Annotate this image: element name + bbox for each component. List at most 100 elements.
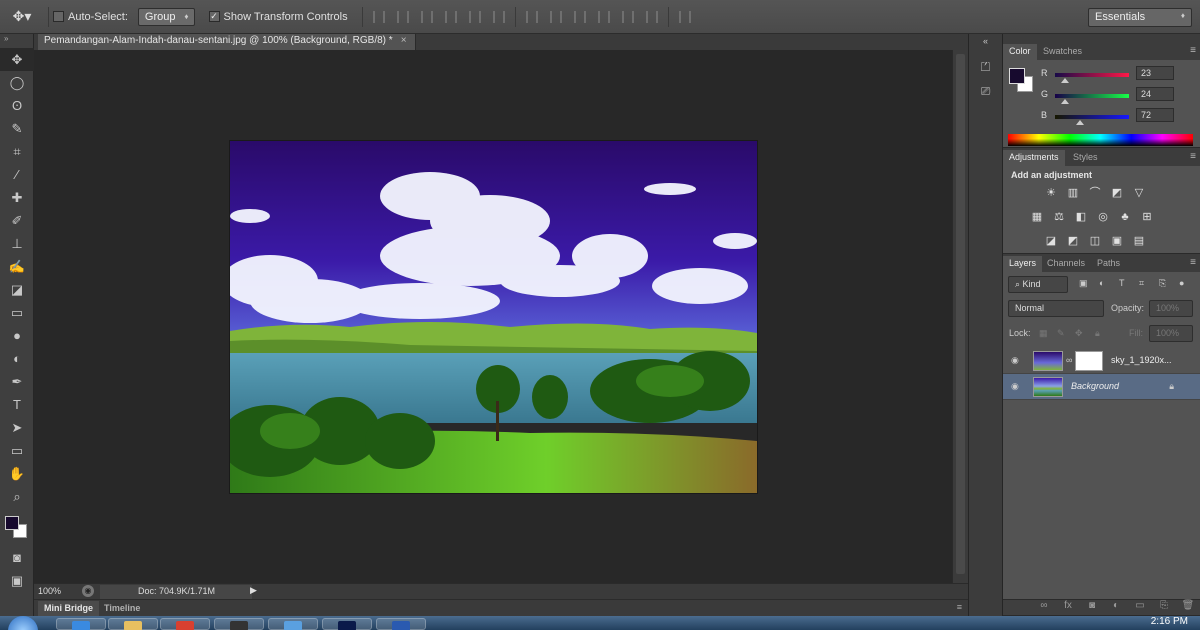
panel-menu-icon[interactable]: ≡: [957, 602, 962, 612]
taskbar-app-window[interactable]: [268, 618, 318, 630]
history-panel-icon[interactable]: ⏍: [975, 60, 997, 78]
tab-timeline[interactable]: Timeline: [98, 601, 146, 616]
crop-tool-icon[interactable]: ⌗: [0, 140, 34, 163]
tab-layers[interactable]: Layers: [1003, 256, 1043, 272]
panel-menu-icon[interactable]: ≡: [1190, 257, 1196, 268]
lasso-tool-icon[interactable]: ʘ: [0, 94, 34, 117]
gradient-tool-icon[interactable]: ▭: [0, 301, 34, 324]
hand-tool-icon[interactable]: ✋: [0, 462, 34, 485]
layer-style-icon[interactable]: fx: [1056, 600, 1080, 615]
status-menu-arrow-icon[interactable]: ▶: [250, 585, 257, 596]
tab-styles[interactable]: Styles: [1067, 150, 1104, 166]
taskbar-app-photoshop[interactable]: [322, 618, 372, 630]
tab-channels[interactable]: Channels: [1041, 256, 1091, 272]
tab-paths[interactable]: Paths: [1091, 256, 1126, 272]
panel-menu-icon[interactable]: ≡: [1190, 45, 1196, 56]
quick-selection-tool-icon[interactable]: ✎: [0, 117, 34, 140]
selective-color-icon[interactable]: ▣: [1109, 234, 1125, 248]
lock-transparent-icon[interactable]: ▦: [1039, 328, 1048, 339]
path-selection-tool-icon[interactable]: ➤: [0, 416, 34, 439]
lock-all-icon[interactable]: 🔒︎: [1095, 328, 1100, 339]
layer-filter-kind-dropdown[interactable]: ⌕ Kind: [1008, 276, 1068, 293]
clone-stamp-tool-icon[interactable]: ⊥: [0, 232, 34, 255]
blur-tool-icon[interactable]: ●: [0, 324, 34, 347]
filter-shape-icon[interactable]: ⌗: [1139, 278, 1144, 289]
align-right-icon[interactable]: [492, 10, 505, 23]
distribute-vertical-center-icon[interactable]: [549, 10, 562, 23]
fill-field[interactable]: 100%: [1149, 325, 1193, 342]
add-mask-icon[interactable]: ◙: [1080, 600, 1104, 615]
document-image[interactable]: [230, 141, 757, 493]
layer-name[interactable]: Background: [1071, 381, 1119, 391]
zoom-level[interactable]: 100%: [38, 586, 61, 596]
brightness-contrast-icon[interactable]: ☀: [1043, 186, 1059, 200]
auto-align-layers-icon[interactable]: [678, 10, 691, 23]
curves-icon[interactable]: ⌒: [1087, 186, 1103, 200]
dodge-tool-icon[interactable]: ◐: [0, 347, 34, 370]
distribute-left-icon[interactable]: [597, 10, 610, 23]
filter-type-icon[interactable]: T: [1119, 278, 1125, 288]
layer-mask-thumbnail[interactable]: [1075, 351, 1103, 371]
vertical-scrollbar[interactable]: [952, 50, 968, 583]
tools-panel-collapse-icon[interactable]: »: [0, 34, 33, 48]
pen-tool-icon[interactable]: ✒: [0, 370, 34, 393]
document-tab[interactable]: Pemandangan-Alam-Indah-danau-sentani.jpg…: [38, 34, 416, 50]
auto-select-checkbox[interactable]: [53, 11, 64, 22]
green-slider[interactable]: [1055, 94, 1129, 98]
red-value-field[interactable]: 23: [1136, 66, 1174, 80]
blue-slider[interactable]: [1055, 115, 1129, 119]
red-slider[interactable]: [1055, 73, 1129, 77]
taskbar-app-ie[interactable]: [56, 618, 106, 630]
quick-mask-icon[interactable]: ◙: [0, 546, 34, 569]
foreground-color-swatch[interactable]: [1009, 68, 1025, 84]
align-left-icon[interactable]: [444, 10, 457, 23]
brush-tool-icon[interactable]: ✐: [0, 209, 34, 232]
color-lookup-icon[interactable]: ⊞: [1139, 210, 1155, 224]
blue-value-field[interactable]: 72: [1136, 108, 1174, 122]
align-horizontal-center-icon[interactable]: [468, 10, 481, 23]
taskbar-app-chrome[interactable]: [160, 618, 210, 630]
show-transform-controls-checkbox[interactable]: ✓: [208, 11, 220, 22]
color-balance-icon[interactable]: ⚖: [1051, 210, 1067, 224]
levels-icon[interactable]: ▥: [1065, 186, 1081, 200]
move-tool-icon[interactable]: ✥: [0, 48, 34, 71]
start-button[interactable]: [8, 616, 38, 630]
eraser-tool-icon[interactable]: ◪: [0, 278, 34, 301]
tab-color[interactable]: Color: [1003, 44, 1037, 60]
tab-mini-bridge[interactable]: Mini Bridge: [38, 601, 99, 616]
screen-mode-icon[interactable]: ▣: [0, 569, 34, 592]
filter-toggle-icon[interactable]: ●: [1179, 278, 1184, 288]
history-brush-tool-icon[interactable]: ✍: [0, 255, 34, 278]
color-swatches[interactable]: [0, 514, 34, 546]
visibility-eye-icon[interactable]: ◉: [1011, 355, 1023, 365]
distribute-top-icon[interactable]: [525, 10, 538, 23]
status-info-icon[interactable]: ◉: [82, 585, 94, 597]
layer-name[interactable]: sky_1_1920x...: [1111, 355, 1172, 365]
posterize-icon[interactable]: ◩: [1065, 234, 1081, 248]
eyedropper-tool-icon[interactable]: ⁄: [0, 163, 34, 186]
invert-icon[interactable]: ◪: [1043, 234, 1059, 248]
threshold-icon[interactable]: ◫: [1087, 234, 1103, 248]
blue-slider-thumb[interactable]: [1076, 120, 1084, 125]
rectangle-tool-icon[interactable]: ▭: [0, 439, 34, 462]
auto-select-target-dropdown[interactable]: Group: [137, 7, 195, 26]
black-white-icon[interactable]: ◧: [1073, 210, 1089, 224]
opacity-field[interactable]: 100%: [1149, 300, 1193, 317]
link-layers-icon[interactable]: ∞: [1032, 600, 1056, 615]
taskbar-app-media[interactable]: [214, 618, 264, 630]
distribute-bottom-icon[interactable]: [573, 10, 586, 23]
layer-row[interactable]: ◉ Background 🔒︎: [1003, 374, 1200, 400]
new-adjustment-layer-icon[interactable]: ◐: [1104, 600, 1128, 615]
taskbar-app-word[interactable]: [376, 618, 426, 630]
spot-healing-tool-icon[interactable]: ✚: [0, 186, 34, 209]
filter-adjustment-icon[interactable]: ◐: [1099, 278, 1104, 288]
distribute-horizontal-center-icon[interactable]: [621, 10, 634, 23]
color-spectrum-bar[interactable]: [1008, 134, 1193, 146]
new-layer-icon[interactable]: ⎘: [1152, 600, 1176, 615]
distribute-right-icon[interactable]: [645, 10, 658, 23]
taskbar-app-explorer[interactable]: [108, 618, 158, 630]
exposure-icon[interactable]: ◩: [1109, 186, 1125, 200]
scrollbar-thumb[interactable]: [956, 54, 965, 574]
align-bottom-icon[interactable]: [420, 10, 433, 23]
workspace-dropdown[interactable]: Essentials: [1088, 8, 1192, 27]
